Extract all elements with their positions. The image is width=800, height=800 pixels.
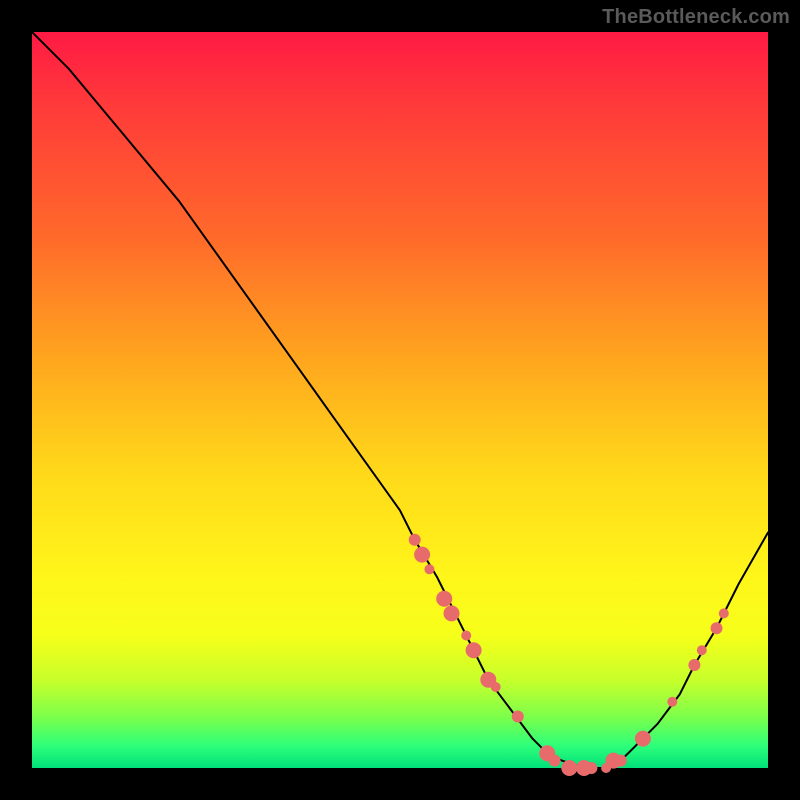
- data-dots-group: [409, 534, 729, 776]
- data-dot: [466, 642, 482, 658]
- data-dot: [711, 622, 723, 634]
- data-dot: [414, 547, 430, 563]
- data-dot: [719, 608, 729, 618]
- data-dot: [549, 755, 561, 767]
- data-dot: [491, 682, 501, 692]
- data-dot: [697, 645, 707, 655]
- data-dot: [409, 534, 421, 546]
- data-dot: [512, 711, 524, 723]
- data-dot: [436, 591, 452, 607]
- data-dot: [461, 631, 471, 641]
- data-dot: [688, 659, 700, 671]
- data-dot: [444, 605, 460, 621]
- data-dot: [561, 760, 577, 776]
- data-dot: [615, 755, 627, 767]
- data-dot: [635, 731, 651, 747]
- chart-plot-area: [32, 32, 768, 768]
- data-dot: [585, 762, 597, 774]
- chart-svg: [32, 32, 768, 768]
- data-dot: [667, 697, 677, 707]
- data-dot: [424, 564, 434, 574]
- chart-frame: TheBottleneck.com: [0, 0, 800, 800]
- bottleneck-curve: [32, 32, 768, 768]
- watermark-label: TheBottleneck.com: [602, 6, 790, 29]
